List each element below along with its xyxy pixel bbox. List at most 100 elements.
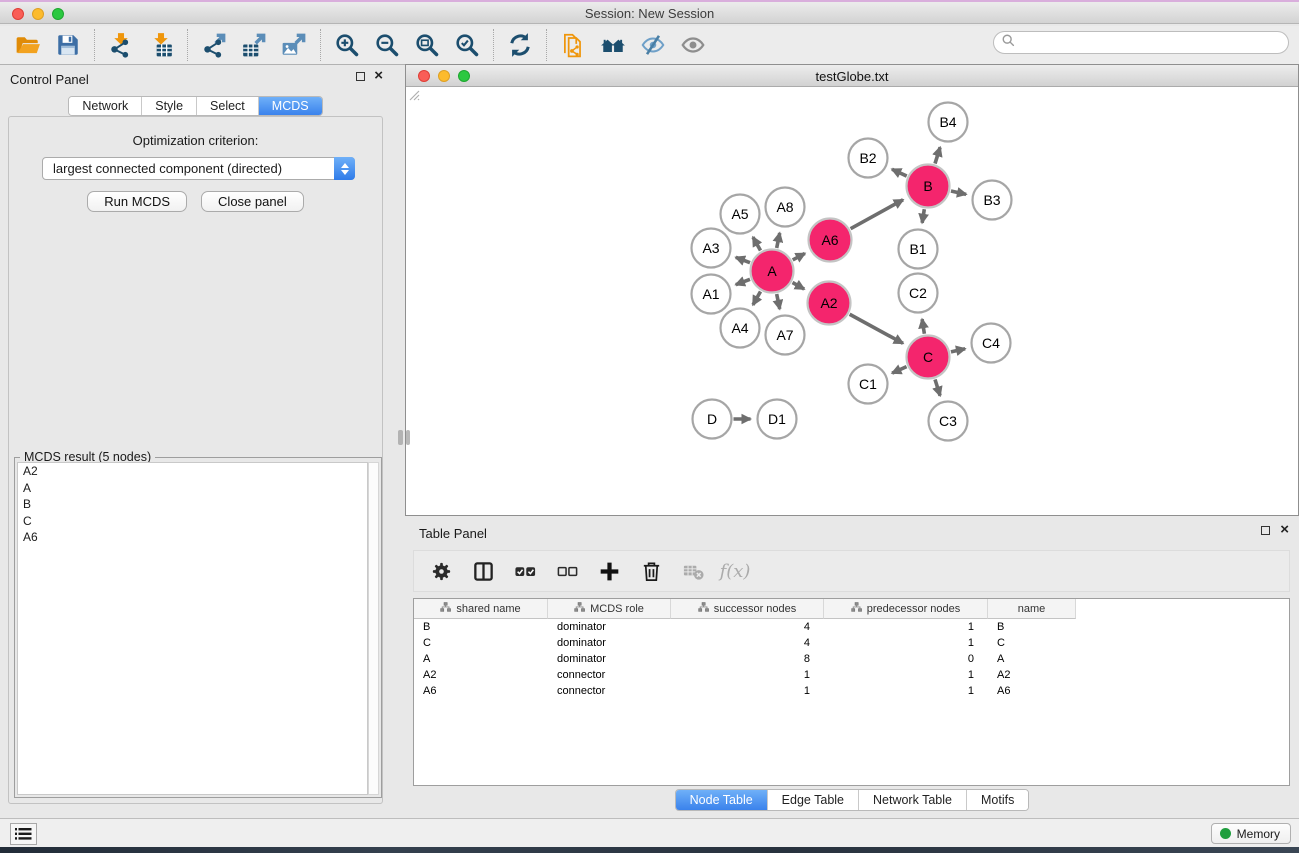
edge-B-B2[interactable] [892,169,907,176]
table-row[interactable]: Cdominator41C [414,635,1289,651]
edge-A-A8[interactable] [777,233,780,248]
table-cell[interactable]: 1 [824,683,988,699]
hide-graphics-details-icon[interactable] [633,29,673,61]
table-cell[interactable]: dominator [548,651,671,667]
tab-network[interactable]: Network [69,97,142,115]
table-cell[interactable]: A6 [988,683,1076,699]
table-cell[interactable]: dominator [548,619,671,635]
edge-A-A5[interactable] [753,237,761,250]
export-image-icon[interactable] [274,29,314,61]
column-header-MCDS-role[interactable]: MCDS role [548,599,671,619]
tab-mcds[interactable]: MCDS [259,97,322,115]
edge-B-B3[interactable] [951,191,966,194]
column-header-shared-name[interactable]: shared name [414,599,548,619]
task-history-button[interactable] [10,823,37,845]
criterion-dropdown[interactable]: largest connected component (directed) [42,157,355,180]
show-graphics-details-icon[interactable] [673,29,713,61]
import-network-icon[interactable] [101,29,141,61]
new-network-from-file-icon[interactable] [553,29,593,61]
float-table-panel-icon[interactable] [1261,526,1270,535]
table-cell[interactable]: 1 [824,667,988,683]
table-row[interactable]: A6connector11A6 [414,683,1289,699]
export-network-icon[interactable] [194,29,234,61]
mcds-result-item[interactable]: A [18,480,367,497]
split-columns-icon[interactable] [464,554,502,588]
column-header-name[interactable]: name [988,599,1076,619]
edge-C-C2[interactable] [922,319,924,334]
tab-style[interactable]: Style [142,97,197,115]
mcds-result-scrollbar[interactable] [368,462,379,795]
memory-button[interactable]: Memory [1211,823,1291,844]
close-panel-button[interactable]: Close panel [201,191,304,212]
table-cell[interactable]: 8 [671,651,824,667]
edge-A2-C[interactable] [850,314,903,343]
close-table-panel-icon[interactable]: × [1280,525,1289,535]
panel-splitter-handle[interactable] [398,430,403,445]
zoom-fit-icon[interactable] [407,29,447,61]
column-header-successor-nodes[interactable]: successor nodes [671,599,824,619]
table-row[interactable]: A2connector11A2 [414,667,1289,683]
import-table-icon[interactable] [141,29,181,61]
table-cell[interactable]: connector [548,683,671,699]
table-cell[interactable]: 1 [671,667,824,683]
mcds-result-list[interactable]: A2ABCA6 [17,462,368,795]
table-cell[interactable]: A [988,651,1076,667]
table-cell[interactable]: 4 [671,635,824,651]
table-cell[interactable]: connector [548,667,671,683]
open-file-icon[interactable] [8,29,48,61]
mcds-result-item[interactable]: B [18,496,367,513]
show-checked-columns-icon[interactable] [506,554,544,588]
save-session-icon[interactable] [48,29,88,61]
run-mcds-button[interactable]: Run MCDS [87,191,187,212]
export-table-icon[interactable] [234,29,274,61]
edge-C-C1[interactable] [892,367,906,373]
table-cell[interactable]: 1 [824,619,988,635]
tab-edge-table[interactable]: Edge Table [768,790,859,810]
table-cell[interactable]: A [414,651,548,667]
tab-network-table[interactable]: Network Table [859,790,967,810]
close-panel-icon[interactable]: × [374,71,383,81]
table-cell[interactable]: B [988,619,1076,635]
table-cell[interactable]: 4 [671,619,824,635]
mcds-result-item[interactable]: C [18,513,367,530]
edge-C-C3[interactable] [935,379,940,395]
edge-A-A1[interactable] [736,279,750,284]
table-cell[interactable]: 0 [824,651,988,667]
edge-A-A7[interactable] [777,294,780,309]
edge-A-A6[interactable] [793,253,805,259]
search-input[interactable] [1016,34,1288,52]
table-cell[interactable]: C [414,635,548,651]
table-cell[interactable]: B [414,619,548,635]
table-cell[interactable]: A2 [414,667,548,683]
table-row[interactable]: Adominator80A [414,651,1289,667]
zoom-selected-icon[interactable] [447,29,487,61]
delete-column-icon[interactable] [632,554,670,588]
canvas-scroll-thumb[interactable] [406,430,410,445]
tab-motifs[interactable]: Motifs [967,790,1028,810]
table-cell[interactable]: A6 [414,683,548,699]
column-header-predecessor-nodes[interactable]: predecessor nodes [824,599,988,619]
zoom-in-icon[interactable] [327,29,367,61]
edge-B-B4[interactable] [935,147,940,163]
table-cell[interactable]: dominator [548,635,671,651]
edge-A-A2[interactable] [792,283,804,290]
tab-select[interactable]: Select [197,97,259,115]
edge-A6-B[interactable] [851,200,903,229]
mcds-result-item[interactable]: A2 [18,463,367,480]
table-cell[interactable]: 1 [671,683,824,699]
resize-grip-icon[interactable] [406,87,420,101]
table-cell[interactable]: 1 [824,635,988,651]
refresh-view-icon[interactable] [500,29,540,61]
search-field[interactable] [993,31,1289,54]
float-panel-icon[interactable] [356,72,365,81]
edge-C-C4[interactable] [951,349,965,352]
network-canvas[interactable]: AA1A2A3A4A5A6A7A8BB1B2B3B4CC1C2C3C4DD1 [406,87,1298,515]
hide-columns-icon[interactable] [548,554,586,588]
edge-A-A4[interactable] [753,291,761,304]
zoom-out-icon[interactable] [367,29,407,61]
settings-gear-icon[interactable] [422,554,460,588]
table-cell[interactable]: A2 [988,667,1076,683]
tab-node-table[interactable]: Node Table [676,790,768,810]
mcds-result-item[interactable]: A6 [18,529,367,546]
home-view-icon[interactable] [593,29,633,61]
